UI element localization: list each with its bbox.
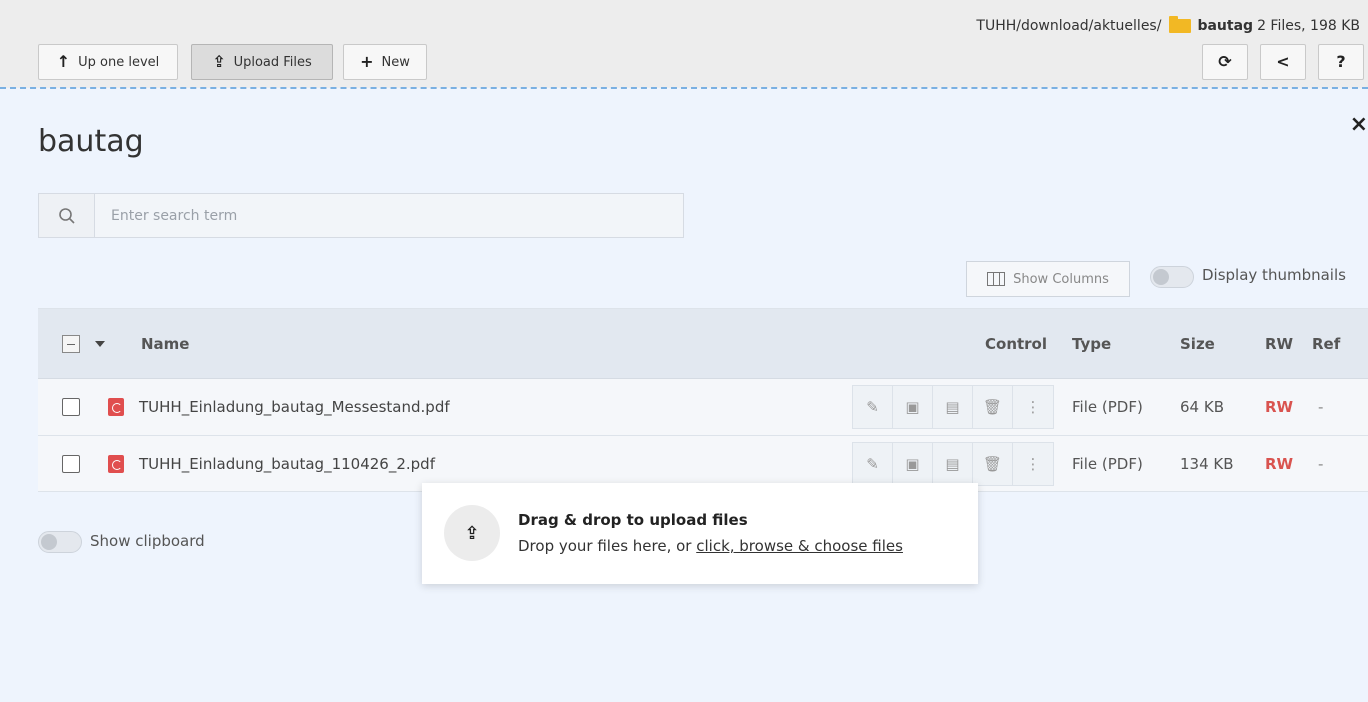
file-size: 64 KB [1180, 398, 1224, 416]
arrow-up-icon: ↑ [56, 52, 71, 71]
share-icon: < [1276, 52, 1290, 71]
show-clipboard-toggle[interactable] [38, 531, 82, 553]
rename-icon[interactable]: ▣ [893, 443, 933, 485]
trash-icon[interactable]: 🗑 [973, 386, 1013, 428]
view-icon[interactable]: ▤ [933, 443, 973, 485]
close-icon[interactable]: × [1350, 112, 1368, 137]
column-header-name[interactable]: Name [141, 309, 189, 378]
file-size: 134 KB [1180, 454, 1234, 473]
up-one-level-label: Up one level [78, 54, 160, 70]
refresh-icon: ⟳ [1218, 52, 1232, 71]
file-references: - [1318, 398, 1324, 416]
file-type: File (PDF) [1072, 398, 1143, 416]
column-header-rw[interactable]: RW [1265, 309, 1293, 378]
row-checkbox[interactable] [62, 379, 80, 435]
file-references: - [1318, 454, 1324, 473]
rename-icon[interactable]: ▣ [893, 386, 933, 428]
select-all-checkbox[interactable] [62, 309, 80, 378]
edit-pencil-icon[interactable]: ✎ [853, 386, 893, 428]
display-thumbnails-toggle[interactable] [1150, 266, 1194, 288]
folder-summary: 2 Files, 198 KB [1257, 18, 1360, 34]
columns-icon [987, 272, 1006, 286]
new-label: New [381, 54, 410, 70]
plus-icon: + [360, 52, 374, 71]
pdf-icon [108, 436, 124, 491]
file-name-link[interactable]: TUHH_Einladung_bautag_Messestand.pdf [139, 379, 450, 435]
refresh-button[interactable]: ⟳ [1202, 44, 1248, 80]
column-header-size[interactable]: Size [1180, 309, 1215, 378]
show-clipboard-label: Show clipboard [90, 532, 205, 550]
search-icon[interactable] [39, 194, 95, 237]
upload-dropzone[interactable]: ⇪ Drag & drop to upload files Drop your … [422, 483, 978, 584]
dropzone-text: Drop your files here, or click, browse &… [518, 537, 903, 555]
more-options-icon[interactable]: ⋮ [1013, 386, 1053, 428]
pdf-icon [108, 379, 124, 435]
file-name-link[interactable]: TUHH_Einladung_bautag_110426_2.pdf [139, 436, 435, 491]
drop-target-border [0, 87, 1368, 89]
file-type: File (PDF) [1072, 454, 1143, 473]
upload-icon: ⇪ [444, 505, 500, 561]
file-permission: RW [1265, 454, 1294, 473]
column-header-control: Control [985, 334, 1048, 353]
folder-icon [1169, 16, 1192, 33]
upload-files-label: Upload Files [233, 54, 312, 70]
edit-pencil-icon[interactable]: ✎ [853, 443, 893, 485]
column-header-ref[interactable]: Ref [1312, 309, 1340, 378]
top-toolbar: TUHH/download/aktuelles/ bautag 2 Files,… [0, 0, 1368, 88]
column-header-type[interactable]: Type [1072, 309, 1111, 378]
help-button[interactable]: ? [1318, 44, 1364, 80]
up-one-level-button[interactable]: ↑ Up one level [38, 44, 178, 80]
view-icon[interactable]: ▤ [933, 386, 973, 428]
browse-files-link[interactable]: click, browse & choose files [696, 537, 903, 555]
more-options-icon[interactable]: ⋮ [1013, 443, 1053, 485]
file-table: Name Control Type Size RW Ref TUHH_Einla… [38, 308, 1368, 492]
chevron-down-icon[interactable] [95, 309, 105, 378]
breadcrumb-path[interactable]: TUHH/download/aktuelles/ [976, 18, 1161, 34]
row-controls: ✎ ▣ ▤ 🗑 ⋮ [852, 442, 1054, 486]
display-thumbnails-label: Display thumbnails [1202, 266, 1346, 284]
upload-files-button[interactable]: ⇪ Upload Files [191, 44, 333, 80]
share-button[interactable]: < [1260, 44, 1306, 80]
row-controls: ✎ ▣ ▤ 🗑 ⋮ [852, 385, 1054, 429]
dropzone-instructions: Drop your files here, or [518, 537, 697, 555]
page-title: bautag [38, 124, 144, 159]
file-permission: RW [1265, 398, 1294, 416]
search-input[interactable] [95, 194, 683, 237]
table-row[interactable]: TUHH_Einladung_bautag_Messestand.pdf ✎ ▣… [38, 379, 1368, 436]
show-columns-label: Show Columns [1013, 271, 1109, 287]
dropzone-title: Drag & drop to upload files [518, 511, 748, 529]
help-icon: ? [1336, 52, 1346, 71]
breadcrumb-current-folder: bautag [1197, 18, 1254, 34]
trash-icon[interactable]: 🗑 [973, 443, 1013, 485]
table-header: Name Control Type Size RW Ref [38, 309, 1368, 379]
search-bar [38, 193, 684, 238]
row-checkbox[interactable] [62, 436, 80, 491]
upload-icon: ⇪ [212, 52, 226, 71]
breadcrumb: TUHH/download/aktuelles/ bautag 2 Files,… [976, 16, 1360, 36]
new-button[interactable]: + New [343, 44, 427, 80]
show-columns-button[interactable]: Show Columns [966, 261, 1130, 297]
